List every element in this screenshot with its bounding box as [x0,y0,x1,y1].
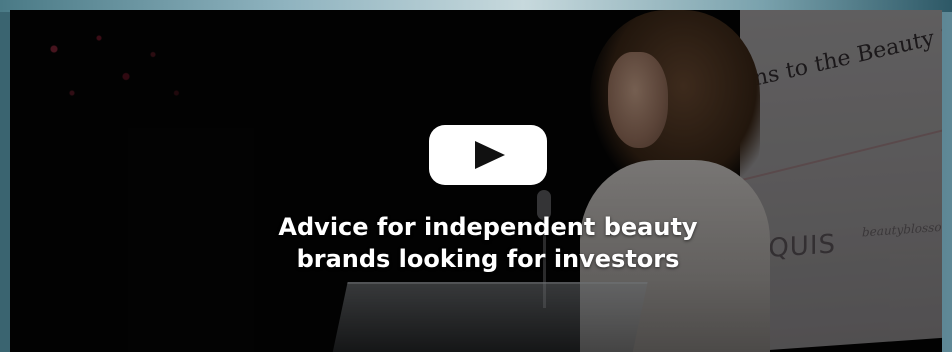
video-player[interactable]: ns to the Beauty Spotlig AQUIS beautyblo… [10,10,942,352]
video-embed-frame: ns to the Beauty Spotlig AQUIS beautyblo… [0,0,952,352]
video-title-line-2: brands looking for investors [296,245,680,273]
play-button[interactable] [429,125,547,185]
video-title[interactable]: Advice for independent beauty brands loo… [220,211,756,275]
play-icon [475,141,505,169]
video-title-line-1: Advice for independent beauty [278,213,698,241]
